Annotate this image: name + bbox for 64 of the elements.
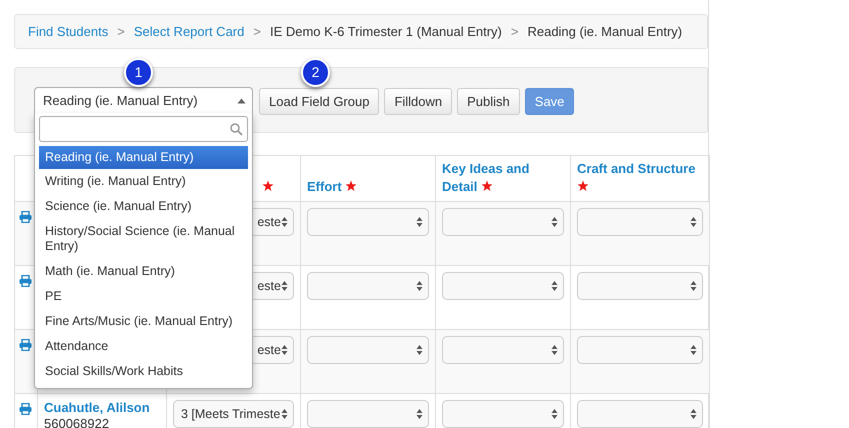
select-arrows-icon (690, 344, 697, 356)
toolbar-button[interactable]: Load Field Group (259, 88, 380, 115)
select-arrows-icon (551, 344, 558, 356)
print-icon[interactable] (19, 338, 32, 351)
breadcrumb-separator: > (510, 22, 518, 41)
required-star-icon (345, 180, 358, 192)
grade-select[interactable] (577, 336, 703, 364)
print-icon[interactable] (19, 274, 32, 287)
select-arrows-icon (551, 408, 558, 420)
select-arrows-icon (416, 280, 423, 292)
select-arrows-icon (281, 280, 288, 292)
print-icon[interactable] (19, 210, 32, 223)
select-arrows-icon (416, 216, 423, 228)
grade-select[interactable]: 3 [Meets Trimeste (173, 400, 294, 428)
search-field[interactable] (39, 116, 248, 142)
select-arrows-icon (551, 216, 558, 228)
required-star-icon (577, 180, 589, 192)
select-arrows-icon (416, 408, 423, 420)
required-star-icon (481, 180, 494, 192)
required-star-icon (262, 180, 274, 192)
grade-select[interactable] (577, 400, 703, 428)
dropdown-option[interactable]: Science (ie. Manual Entry) (39, 194, 248, 219)
grade-select[interactable] (442, 400, 564, 428)
toolbar-button[interactable]: Filldown (384, 88, 452, 115)
toolbar-button[interactable]: Publish (457, 88, 520, 115)
dropdown-option[interactable]: Math (ie. Manual Entry) (39, 259, 248, 284)
dropdown-option[interactable]: Reading (ie. Manual Entry) (39, 146, 248, 169)
select-arrows-icon (281, 344, 288, 356)
search-icon (230, 122, 243, 136)
grade-select[interactable] (577, 272, 703, 300)
field-group-select[interactable]: Reading (ie. Manual Entry) (34, 87, 253, 114)
grade-select[interactable] (307, 336, 429, 364)
dropdown-option[interactable]: Writing (ie. Manual Entry) (39, 169, 248, 194)
grade-select[interactable] (307, 272, 429, 300)
select-arrows-icon (551, 280, 558, 292)
caret-up-icon (237, 98, 246, 104)
breadcrumb-link[interactable]: Find Students (28, 22, 108, 42)
grade-select[interactable] (442, 272, 564, 300)
breadcrumb-item: IE Demo K-6 Trimester 1 (Manual Entry) (270, 22, 502, 41)
dropdown-option[interactable]: History/Social Science (ie. Manual Entry) (39, 219, 248, 259)
breadcrumb-link[interactable]: Select Report Card (134, 22, 244, 42)
dropdown-option[interactable]: Attendance (39, 334, 248, 359)
breadcrumb-item: Reading (ie. Manual Entry) (527, 22, 682, 41)
print-icon[interactable] (19, 402, 32, 415)
grade-select[interactable] (442, 208, 564, 236)
select-arrows-icon (416, 344, 423, 356)
student-id: 560068922 (44, 416, 110, 428)
grade-select[interactable] (442, 336, 564, 364)
dropdown-option[interactable]: Social Skills/Work Habits (39, 359, 248, 384)
select-arrows-icon (281, 216, 288, 228)
breadcrumb-separator: > (253, 22, 261, 41)
student-name-link[interactable]: Cuahutle, Alilson (44, 400, 160, 416)
select-arrows-icon (281, 408, 288, 420)
dropdown-option[interactable]: PE (39, 284, 248, 309)
grade-select[interactable] (307, 400, 429, 428)
callout-marker: 1 (124, 58, 153, 87)
callout-marker: 2 (301, 58, 330, 87)
select-arrows-icon (690, 280, 697, 292)
grade-select[interactable] (577, 208, 703, 236)
dropdown-option[interactable]: Fine Arts/Music (ie. Manual Entry) (39, 309, 248, 334)
select-arrows-icon (690, 408, 697, 420)
breadcrumb-separator: > (117, 22, 125, 41)
grade-select[interactable] (307, 208, 429, 236)
select-arrows-icon (690, 216, 697, 228)
